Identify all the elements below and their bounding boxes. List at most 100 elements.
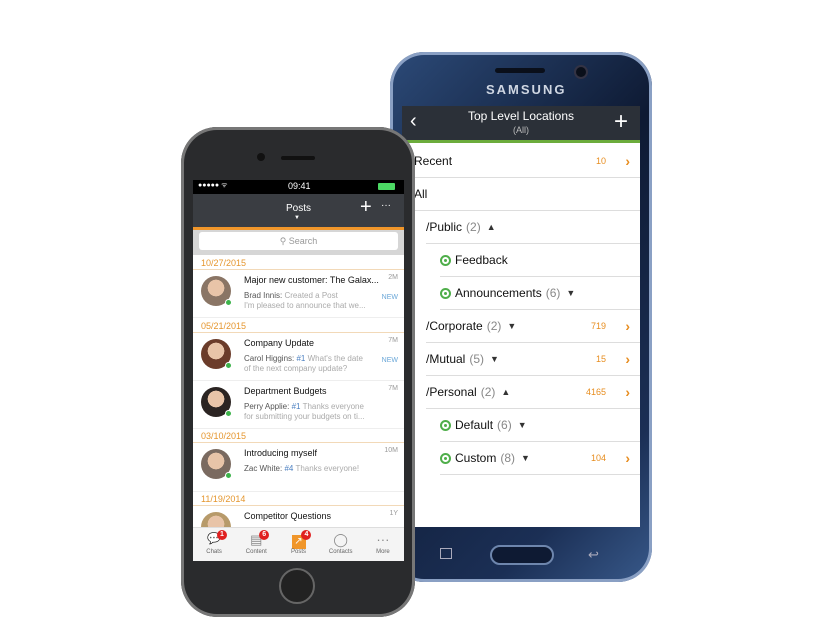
- tab-posts[interactable]: ↗ Posts 4: [277, 528, 319, 561]
- chevron-right-icon[interactable]: ›: [625, 351, 630, 367]
- add-icon[interactable]: +: [614, 108, 628, 136]
- chevron-right-icon[interactable]: ›: [625, 318, 630, 334]
- speaker: [281, 156, 315, 160]
- battery-icon: [378, 183, 395, 190]
- post-line2: for submitting your budgets on ti...: [244, 412, 365, 421]
- location-row[interactable]: Feedback: [440, 244, 640, 277]
- camera: [576, 67, 586, 77]
- location-row[interactable]: /Corporate (2) ▼ 719 ›: [426, 310, 640, 343]
- location-count: (2): [486, 319, 502, 333]
- speaker: [495, 68, 545, 73]
- tab-content[interactable]: ▤ Content 6: [235, 528, 277, 561]
- item-count: 10: [595, 156, 606, 166]
- location-count: (2): [480, 385, 496, 399]
- camera: [257, 153, 265, 161]
- post-time: 10M: [384, 447, 398, 454]
- clock: 09:41: [288, 181, 311, 191]
- samsung-screen: Top Level Locations (All) ‹ + Recent 10 › A…: [402, 106, 640, 527]
- header: Top Level Locations (All) ‹ +: [402, 106, 640, 140]
- post-line1: What's the date: [307, 354, 363, 363]
- chevron-right-icon[interactable]: ›: [625, 384, 630, 400]
- online-status-icon: [225, 410, 232, 417]
- back-chevron-icon[interactable]: ‹: [410, 110, 417, 133]
- page-title: Top Level Locations: [467, 109, 575, 123]
- location-row[interactable]: Announcements (6) ▼: [440, 277, 640, 310]
- dropdown-caret-icon[interactable]: ▼: [294, 215, 300, 221]
- more-icon[interactable]: ···: [381, 200, 391, 211]
- post-item[interactable]: Major new customer: The Galax... 2M Brad…: [193, 270, 404, 318]
- location-count: (5): [469, 352, 485, 366]
- tab-label: Chats: [206, 549, 222, 555]
- date-header: 05/21/2015: [193, 319, 404, 333]
- post-title: Major new customer: The Galax...: [244, 275, 379, 285]
- post-author: Carol Higgins:: [244, 354, 295, 363]
- post-line1: Thanks everyone: [302, 402, 364, 411]
- search-input[interactable]: ⚲ Search: [199, 232, 398, 250]
- location-label: All: [414, 187, 428, 201]
- location-icon: [440, 452, 451, 464]
- online-status-icon: [225, 362, 232, 369]
- date-header: 10/27/2015: [193, 256, 404, 270]
- toggle-icon[interactable]: ▼: [518, 420, 527, 430]
- header: Posts ▼ + ···: [193, 194, 404, 228]
- tab-chats[interactable]: 💬 Chats 1: [193, 528, 235, 561]
- add-icon[interactable]: +: [360, 196, 372, 219]
- location-count: (6): [497, 418, 512, 432]
- post-item[interactable]: Introducing myself 10M Zac White: #4 Tha…: [193, 443, 404, 492]
- page-title[interactable]: Posts: [193, 203, 404, 214]
- post-time: 2M: [388, 274, 398, 281]
- post-preview: Carol Higgins: #1 What's the date of the …: [244, 354, 384, 374]
- post-time: 1Y: [389, 510, 398, 517]
- post-line2: I'm pleased to announce that we...: [244, 301, 366, 310]
- post-author: Brad Innis:: [244, 291, 283, 300]
- online-status-icon: [225, 472, 232, 479]
- post-title: Company Update: [244, 338, 315, 348]
- toggle-icon[interactable]: ▼: [566, 288, 575, 298]
- toggle-icon[interactable]: ▼: [507, 321, 516, 331]
- chevron-right-icon[interactable]: ›: [625, 450, 630, 466]
- location-row[interactable]: /Personal (2) ▲ 4165 ›: [426, 376, 640, 409]
- post-tag: #1: [296, 354, 306, 363]
- back-key-icon[interactable]: ↩: [588, 547, 599, 563]
- toggle-icon[interactable]: ▼: [490, 354, 499, 364]
- location-row[interactable]: Custom (8) ▼ 104 ›: [440, 442, 640, 475]
- toggle-icon[interactable]: ▲: [487, 222, 496, 232]
- posts-icon: ↗: [277, 532, 319, 549]
- post-line1: Thanks everyone!: [295, 464, 360, 473]
- post-author: Perry Applie:: [244, 402, 290, 411]
- tab-contacts[interactable]: ◯ Contacts: [320, 528, 362, 561]
- home-button[interactable]: [279, 568, 315, 604]
- more-icon: ···: [376, 532, 390, 547]
- tab-more[interactable]: ··· More: [362, 528, 404, 561]
- item-count: 104: [590, 453, 606, 463]
- location-label: Custom: [455, 451, 497, 465]
- post-tag: #1: [291, 402, 301, 411]
- location-row[interactable]: /Mutual (5) ▼ 15 ›: [426, 343, 640, 376]
- post-title: Introducing myself: [244, 448, 318, 458]
- status-bar: ●●●●● ᯤ 09:41: [193, 180, 404, 194]
- tab-label: More: [376, 549, 390, 555]
- toggle-icon[interactable]: ▼: [521, 453, 530, 463]
- toggle-icon[interactable]: ▲: [501, 387, 510, 397]
- location-count: (6): [545, 286, 561, 300]
- badge-count: 1: [217, 530, 227, 540]
- date-header: 11/19/2014: [193, 492, 404, 506]
- location-label: Default: [455, 418, 494, 432]
- post-item[interactable]: Department Budgets 7M Perry Applie: #1 T…: [193, 381, 404, 429]
- post-time: 7M: [388, 385, 398, 392]
- home-button[interactable]: [490, 545, 554, 565]
- location-row[interactable]: /Public (2) ▲: [426, 211, 640, 244]
- location-row[interactable]: Default (6) ▼: [440, 409, 640, 442]
- location-label: /Mutual: [426, 352, 466, 366]
- recent-apps-icon[interactable]: [440, 548, 452, 559]
- item-count: 719: [590, 321, 606, 331]
- post-title: Competitor Questions: [244, 511, 332, 521]
- chevron-right-icon[interactable]: ›: [625, 153, 630, 169]
- location-row[interactable]: All: [414, 178, 640, 211]
- location-label: /Personal: [426, 385, 477, 399]
- location-row[interactable]: Recent 10 ›: [414, 145, 640, 178]
- post-item[interactable]: Company Update 7M Carol Higgins: #1 What…: [193, 333, 404, 381]
- header-accent: [402, 140, 640, 143]
- chat-icon: 💬: [207, 533, 221, 545]
- contact-icon: ◯: [333, 532, 348, 547]
